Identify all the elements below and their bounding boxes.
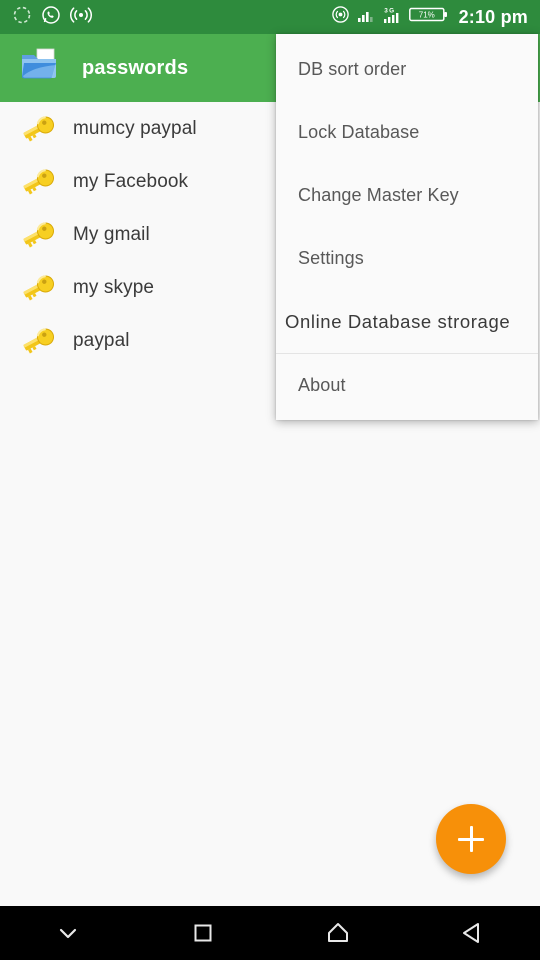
signal-bars-icon	[357, 6, 375, 29]
phone-screen: 3 G 71% 2:10 pm passwords mumcy paypal m…	[0, 0, 540, 960]
key-icon	[14, 113, 62, 145]
battery-percent-label: 71%	[418, 11, 434, 20]
recents-square-icon[interactable]	[135, 906, 270, 960]
menu-item-db-sort-order[interactable]: DB sort order	[276, 38, 538, 101]
overflow-menu: DB sort order Lock Database Change Maste…	[276, 34, 538, 420]
app-bar-title: passwords	[82, 56, 189, 79]
plus-icon-vertical	[469, 826, 473, 852]
list-item-label: mumcy paypal	[73, 117, 197, 139]
add-entry-fab[interactable]	[436, 804, 506, 874]
battery-icon: 71%	[408, 5, 449, 29]
key-icon	[14, 219, 62, 251]
key-icon	[14, 272, 62, 304]
whatsapp-icon	[41, 5, 61, 30]
system-navigation-bar	[0, 906, 540, 960]
list-item-label: my Facebook	[73, 170, 189, 192]
menu-item-change-master-key[interactable]: Change Master Key	[276, 164, 538, 227]
menu-item-online-database-storage[interactable]: Online Database strorage	[276, 290, 538, 353]
list-item-label: paypal	[73, 329, 130, 351]
chevron-down-icon[interactable]	[0, 906, 135, 960]
menu-item-about[interactable]: About	[276, 353, 538, 416]
folder-icon	[18, 46, 64, 91]
sync-circle-icon	[12, 5, 32, 30]
svg-text:3: 3	[384, 7, 388, 14]
home-icon[interactable]	[270, 906, 405, 960]
back-triangle-icon[interactable]	[405, 906, 540, 960]
list-item-label: My gmail	[73, 223, 150, 245]
3g-signal-icon: 3 G	[382, 5, 402, 30]
list-item-label: my skype	[73, 276, 155, 298]
svg-text:G: G	[389, 7, 394, 14]
hotspot-icon	[331, 5, 350, 29]
key-icon	[14, 166, 62, 198]
key-icon	[14, 325, 62, 357]
menu-item-lock-database[interactable]: Lock Database	[276, 101, 538, 164]
broadcast-icon	[69, 5, 93, 30]
status-bar-left-icons	[12, 5, 93, 30]
status-bar-right-icons: 3 G 71% 2:10 pm	[331, 5, 528, 30]
menu-item-settings[interactable]: Settings	[276, 227, 538, 290]
status-bar: 3 G 71% 2:10 pm	[0, 0, 540, 34]
status-bar-clock: 2:10 pm	[458, 6, 528, 27]
